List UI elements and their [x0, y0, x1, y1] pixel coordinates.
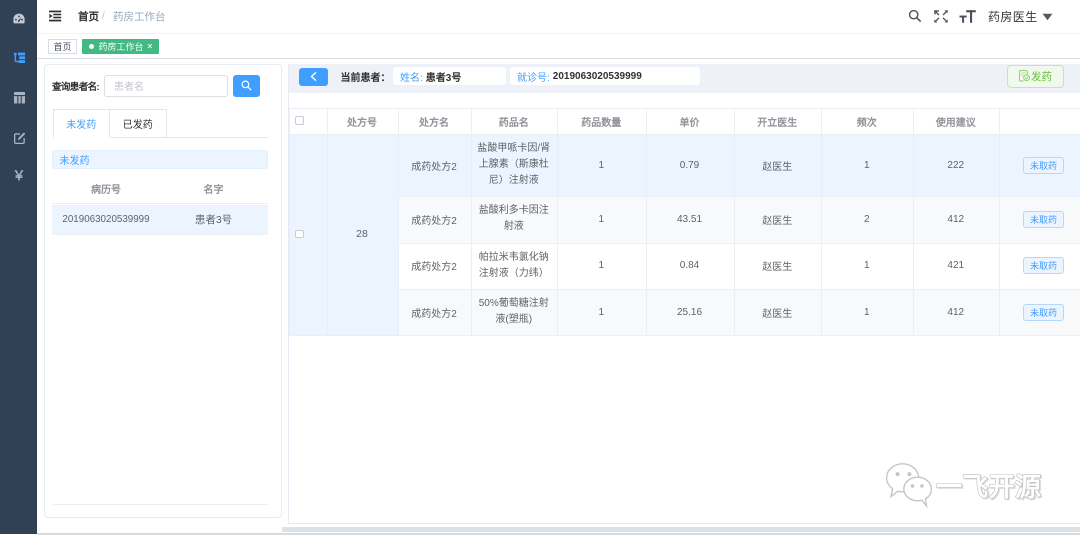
svg-text:一飞开源: 一飞开源 — [936, 472, 1041, 502]
